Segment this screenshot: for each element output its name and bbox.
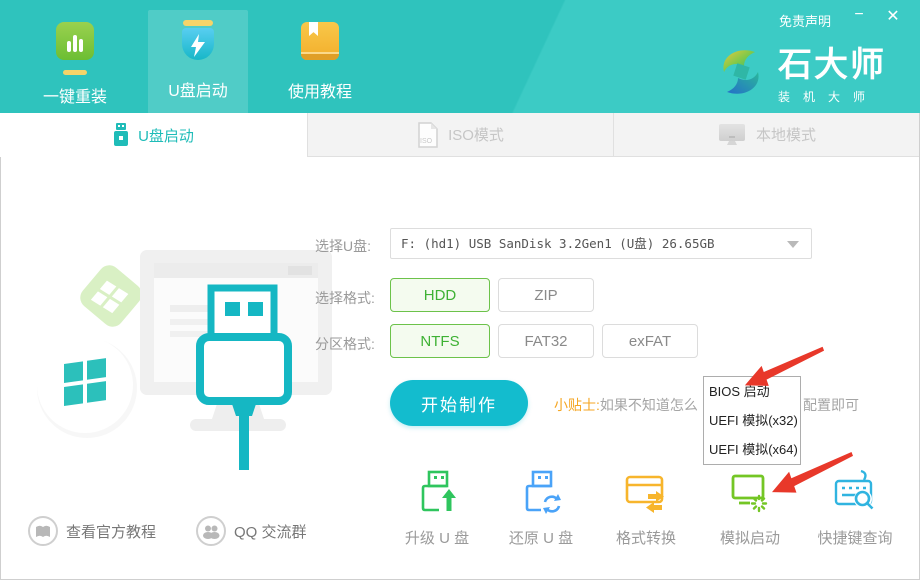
mode-tabs: U盘启动 ISO ISO模式 [0, 113, 920, 157]
people-icon [196, 516, 226, 546]
nav-item-reinstall[interactable]: 一键重装 [25, 22, 125, 110]
start-create-button[interactable]: 开始制作 [390, 380, 528, 426]
tool-hotkey-query[interactable]: 快捷键查询 [803, 468, 907, 548]
usb-select-label: 选择U盘: [315, 236, 371, 256]
brand-swirl-icon [714, 44, 768, 100]
tab-local-mode[interactable]: 本地模式 [613, 113, 919, 157]
tab-label: ISO模式 [448, 124, 504, 145]
tab-iso-mode[interactable]: ISO ISO模式 [307, 113, 613, 157]
svg-text:ISO: ISO [420, 138, 433, 145]
tool-restore-usb[interactable]: 还原 U 盘 [489, 468, 593, 548]
disclaimer-link[interactable]: 免责声明 [779, 11, 831, 30]
usb-shield-lightning-icon [179, 20, 217, 64]
tool-label: 格式转换 [594, 527, 698, 548]
nav-item-usb-boot[interactable]: U盘启动 [148, 20, 248, 108]
windows-tile-icon [76, 261, 146, 331]
iso-file-icon: ISO [417, 122, 439, 148]
partition-option-fat32[interactable]: FAT32 [498, 324, 594, 358]
usb-drive-select[interactable]: F: (hd1) USB SanDisk 3.2Gen1 (U盘) 26.65G… [390, 228, 812, 259]
brand-subtitle: 装机大师 [778, 88, 886, 105]
tab-label: U盘启动 [138, 125, 194, 146]
brand-logo: 石大师 装机大师 [714, 44, 886, 105]
book-outline-icon [28, 516, 58, 546]
nav-item-tutorial[interactable]: 使用教程 [270, 22, 370, 110]
header: 一键重装 U盘启动 使用教程 免责声明 − ✕ [0, 0, 920, 113]
footer-link-label: 查看官方教程 [66, 521, 156, 542]
simulate-boot-icon [726, 468, 774, 516]
icon-underline [63, 70, 87, 75]
partition-option-ntfs[interactable]: NTFS [390, 324, 490, 358]
nav-item-label: 使用教程 [270, 78, 370, 102]
usb-stick-icon [113, 123, 129, 147]
tool-upgrade-usb[interactable]: 升级 U 盘 [385, 468, 489, 548]
format-option-zip[interactable]: ZIP [498, 278, 594, 312]
format-label: 选择格式: [315, 288, 375, 308]
partition-option-exfat[interactable]: exFAT [602, 324, 698, 358]
tool-label: 模拟启动 [698, 527, 802, 548]
tip-text-right: 配置即可 [803, 395, 859, 415]
usb-plug-illustration [200, 288, 288, 470]
qq-group-link[interactable]: QQ 交流群 [196, 516, 307, 546]
tab-label: 本地模式 [756, 124, 816, 145]
usb-drive-value: F: (hd1) USB SanDisk 3.2Gen1 (U盘) 26.65G… [391, 229, 811, 258]
app-window: 一键重装 U盘启动 使用教程 免责声明 − ✕ [0, 0, 920, 580]
tab-usb-boot[interactable]: U盘启动 [0, 113, 307, 157]
hotkey-query-icon [831, 468, 879, 516]
tool-format-convert[interactable]: 格式转换 [594, 468, 698, 548]
menu-item-uefi-x32[interactable]: UEFI 模拟(x32) [704, 406, 800, 435]
book-icon [301, 22, 339, 60]
nav-item-label: U盘启动 [148, 77, 248, 101]
nav-item-label: 一键重装 [25, 83, 125, 107]
monitor-icon [717, 123, 747, 147]
menu-item-uefi-x64[interactable]: UEFI 模拟(x64) [704, 435, 800, 464]
format-option-hdd[interactable]: HDD [390, 278, 490, 312]
windows-circle-badge [37, 337, 137, 438]
footer-link-label: QQ 交流群 [234, 521, 307, 542]
partition-label: 分区格式: [315, 334, 375, 354]
usb-computer-illustration [20, 195, 360, 495]
tool-label: 快捷键查询 [803, 527, 907, 548]
usb-restore-icon [517, 468, 565, 516]
chevron-down-icon [787, 241, 799, 248]
official-tutorial-link[interactable]: 查看官方教程 [28, 516, 156, 546]
chart-bars-icon [56, 22, 94, 60]
tool-simulate-boot[interactable]: 模拟启动 [698, 468, 802, 548]
format-convert-icon [622, 468, 670, 516]
tip-prefix: 小贴士: [554, 397, 600, 413]
boot-mode-menu: BIOS 启动 UEFI 模拟(x32) UEFI 模拟(x64) [703, 376, 801, 465]
close-button[interactable]: ✕ [882, 6, 904, 26]
menu-item-bios[interactable]: BIOS 启动 [704, 377, 800, 406]
tool-label: 升级 U 盘 [385, 527, 489, 548]
usb-upgrade-icon [413, 468, 461, 516]
brand-name: 石大师 [778, 44, 886, 86]
minimize-button[interactable]: − [848, 6, 870, 24]
tip-text-left: 小贴士:如果不知道怎么 [554, 395, 698, 415]
tool-label: 还原 U 盘 [489, 527, 593, 548]
